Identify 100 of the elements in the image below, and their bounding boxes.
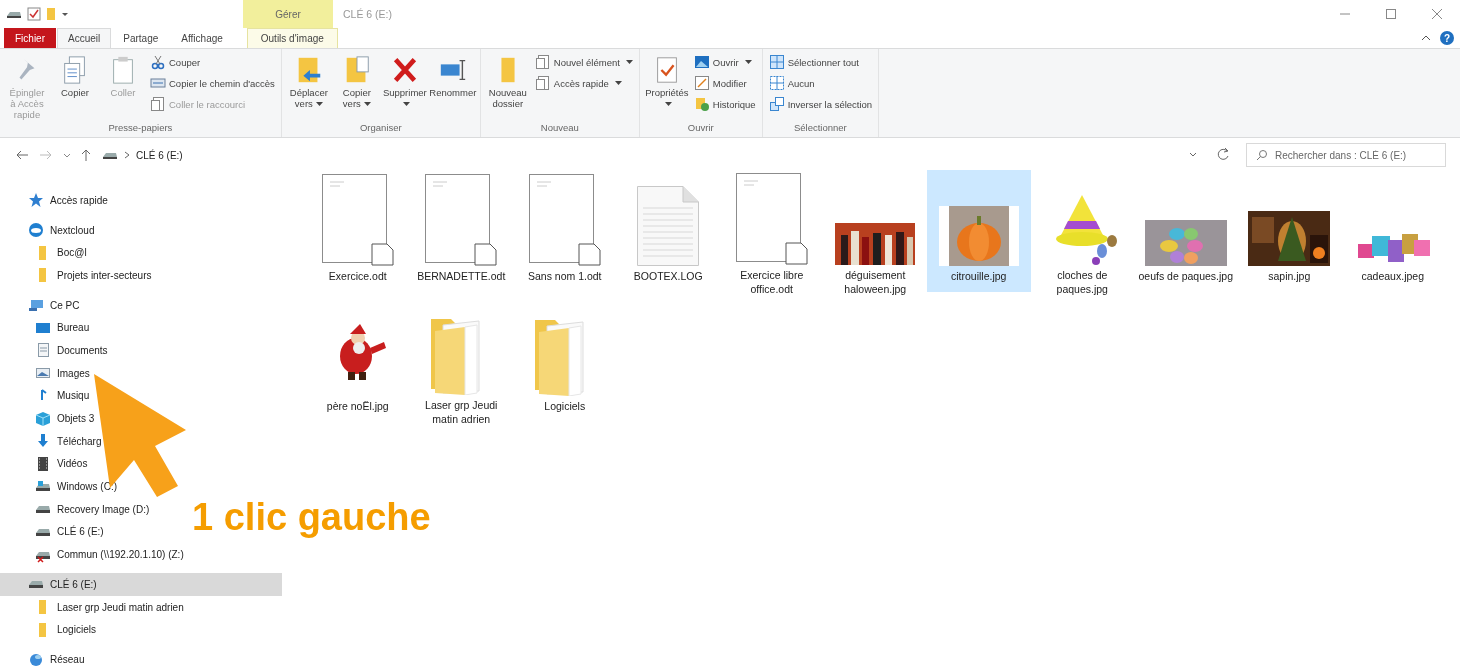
ribbon-tab[interactable]: Partage: [112, 28, 170, 48]
sidebar-label: Ce PC: [50, 299, 80, 311]
cloud-icon: [28, 222, 44, 239]
ribbon-button[interactable]: Modifier: [691, 74, 758, 92]
file-name: Exercice.odt: [328, 269, 387, 283]
sidebar-item[interactable]: Nextcloud: [0, 218, 95, 242]
sidebar-item[interactable]: CLÉ 6 (E:): [0, 520, 104, 544]
file-item[interactable]: père noËl.jpg: [306, 300, 410, 426]
sidebar-item[interactable]: Projets inter-secteurs: [0, 264, 152, 287]
ribbon-button[interactable]: Déplacer vers: [285, 53, 332, 111]
sidebar-label: Laser grp Jeudi matin adrien: [57, 601, 184, 613]
caret-icon: [614, 80, 622, 86]
ribbon-button[interactable]: Aucun: [766, 74, 875, 92]
file-item[interactable]: Exercice libre office.odt: [720, 170, 824, 296]
ribbon-button[interactable]: Nouveau dossier: [484, 53, 531, 111]
checkbox-icon[interactable]: [27, 7, 41, 21]
ribbon-tab[interactable]: Outils d'image: [246, 28, 338, 48]
cube-icon: [35, 410, 51, 427]
sidebar-label: Boc@l: [57, 247, 87, 259]
sidebar-item[interactable]: Objets 3: [0, 407, 95, 430]
file-name: déguisement haloween.jpg: [843, 268, 908, 296]
file-item[interactable]: BERNADETTE.odt: [409, 170, 513, 296]
file-name: BOOTEX.LOG: [633, 269, 703, 283]
sidebar-label: CLÉ 6 (E:): [57, 526, 104, 538]
caret-icon: [664, 102, 672, 107]
sidebar-item[interactable]: Réseau: [0, 648, 85, 670]
sidebar-item[interactable]: Laser grp Jeudi matin adrien: [0, 595, 184, 619]
file-item[interactable]: sapin.jpg: [1237, 170, 1341, 296]
address-bar[interactable]: CLÉ 6 (E:): [100, 144, 1202, 166]
sidebar-item[interactable]: Ce PC: [0, 293, 80, 317]
file-item[interactable]: Laser grp Jeudi matin adrien: [409, 300, 513, 426]
ribbon-button[interactable]: Copier: [52, 53, 98, 100]
sidebar-item[interactable]: Accès rapide: [0, 189, 108, 212]
help-button[interactable]: ?: [1440, 31, 1454, 45]
file-item[interactable]: cadeaux.jpeg: [1341, 170, 1445, 296]
ribbon-button[interactable]: Propriétés: [643, 53, 690, 111]
ribbon-button[interactable]: Historique: [691, 95, 758, 113]
ribbon-button[interactable]: Renommer: [429, 53, 476, 100]
sidebar-item[interactable]: Bureau: [0, 316, 90, 340]
chevron-up-icon[interactable]: [1420, 33, 1432, 43]
sidebar-label: Bureau: [57, 322, 90, 334]
ribbon-button[interactable]: Ouvrir: [691, 53, 758, 71]
file-item[interactable]: cloches de paques.jpg: [1030, 170, 1134, 296]
sidebar-item[interactable]: Télécharg: [0, 429, 102, 453]
drive-icon[interactable]: [6, 9, 22, 19]
file-item[interactable]: Exercice.odt: [306, 170, 410, 296]
ribbon-button[interactable]: Sélectionner tout: [766, 53, 875, 71]
sidebar-item[interactable]: Windows (C:): [0, 475, 117, 498]
sidebar-item[interactable]: Vidéos: [0, 452, 88, 476]
sidebar-label: CLÉ 6 (E:): [50, 578, 97, 590]
file-item[interactable]: Logiciels: [513, 300, 617, 426]
sidebar-item[interactable]: CLÉ 6 (E:): [0, 573, 282, 596]
file-item[interactable]: citrouille.jpg: [927, 170, 1031, 292]
file-item[interactable]: BOOTEX.LOG: [616, 170, 720, 296]
file-name: Logiciels: [544, 399, 586, 413]
chevron-icon: [123, 150, 131, 160]
sidebar-item[interactable]: Recovery Image (D:): [0, 497, 150, 521]
ribbon-button[interactable]: Nouvel élément: [532, 53, 635, 71]
sidebar-item[interactable]: Musiqu: [0, 384, 90, 408]
file-item[interactable]: déguisement haloween.jpg: [823, 170, 927, 296]
ribbon-button[interactable]: Couper: [148, 53, 277, 71]
up-arrow-icon[interactable]: [80, 148, 92, 162]
back-icon[interactable]: [14, 148, 30, 162]
search-icon: [1256, 149, 1268, 161]
sidebar-item[interactable]: Boc@l: [0, 241, 87, 265]
search-field[interactable]: Rechercher dans : CLÉ 6 (E:): [1246, 143, 1446, 167]
caret-icon: [625, 59, 633, 65]
file-item[interactable]: Sans nom 1.odt: [513, 170, 617, 296]
group-label: Presse-papiers: [107, 122, 174, 135]
sidebar-label: Logiciels: [57, 624, 96, 636]
ribbon-tab[interactable]: Accueil: [57, 28, 112, 48]
sidebar-label: Accès rapide: [50, 194, 108, 206]
text-file-icon: [637, 186, 700, 266]
history-icon: [693, 96, 710, 112]
caret-icon[interactable]: [61, 10, 69, 18]
ribbon-button[interactable]: Copier le chemin d'accès: [148, 74, 277, 92]
ribbon-tab[interactable]: Fichier: [4, 28, 56, 48]
sidebar-item[interactable]: Logiciels: [0, 618, 96, 642]
breadcrumb[interactable]: CLÉ 6 (E:): [136, 149, 183, 161]
file-name: oeufs de paques.jpg: [1138, 269, 1234, 283]
group-label: Organiser: [359, 122, 403, 135]
ribbon-button[interactable]: Supprimer: [381, 53, 428, 111]
file-name: père noËl.jpg: [326, 399, 389, 413]
film-icon: [35, 455, 51, 472]
ribbon-button[interactable]: Accès rapide: [532, 74, 635, 92]
document-icon: [735, 173, 808, 265]
file-name: Laser grp Jeudi matin adrien: [424, 398, 499, 426]
file-item[interactable]: oeufs de paques.jpg: [1134, 170, 1238, 296]
ribbon-tab[interactable]: Affichage: [170, 28, 234, 48]
ribbon-button[interactable]: Inverser la sélection: [766, 95, 875, 113]
sidebar-label: Commun (\\192.20.1.10) (Z:): [57, 549, 184, 561]
file-name: Sans nom 1.odt: [527, 269, 602, 283]
ribbon-button[interactable]: Copier vers: [333, 53, 380, 111]
sidebar-label: Documents: [57, 344, 108, 356]
computer-icon: [28, 297, 44, 314]
sidebar-item[interactable]: Images: [0, 361, 90, 385]
sidebar-item[interactable]: Documents: [0, 339, 108, 362]
network-icon: [28, 651, 44, 668]
sidebar-item[interactable]: Commun (\\192.20.1.10) (Z:): [0, 543, 184, 566]
select-none-icon: [768, 75, 785, 91]
